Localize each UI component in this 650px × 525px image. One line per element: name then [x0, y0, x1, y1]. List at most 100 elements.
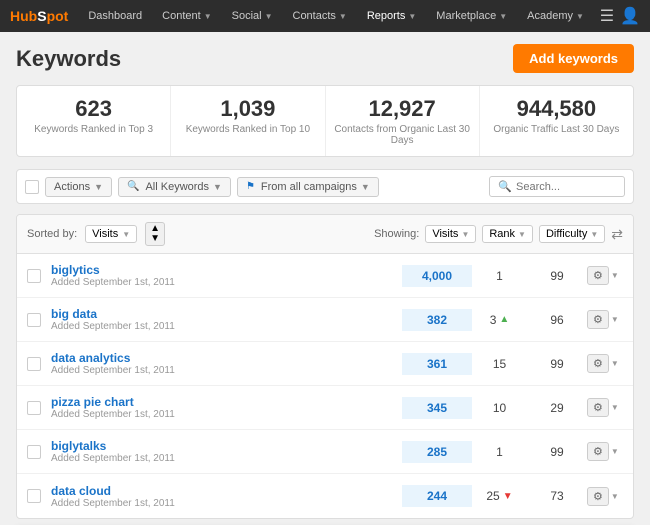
gear-icon-3[interactable]: ⚙ — [587, 398, 609, 417]
rank-cell-0: 1 — [472, 269, 527, 283]
gear-icon-4[interactable]: ⚙ — [587, 442, 609, 461]
chevron-down-icon: ▼ — [122, 230, 130, 239]
stat-organic-traffic: 944,580 Organic Traffic Last 30 Days — [480, 86, 633, 156]
navbar-right: ☰ 👤 — [600, 6, 640, 26]
visits-cell-2: 361 — [402, 353, 472, 375]
keyword-date-4: Added September 1st, 2011 — [51, 453, 402, 464]
keyword-link-3[interactable]: pizza pie chart — [51, 395, 402, 409]
table-row: data analytics Added September 1st, 2011… — [17, 342, 633, 386]
chevron-down-icon: ▼ — [213, 182, 222, 192]
difficulty-cell-4: 99 — [527, 445, 587, 459]
gear-icon-5[interactable]: ⚙ — [587, 487, 609, 506]
rank-cell-3: 10 — [472, 401, 527, 415]
chevron-down-icon: ▼ — [518, 230, 526, 239]
stat-number-top10: 1,039 — [179, 96, 316, 122]
chevron-down-icon: ▼ — [461, 230, 469, 239]
stat-contacts-organic: 12,927 Contacts from Organic Last 30 Day… — [326, 86, 480, 156]
select-all-checkbox[interactable] — [25, 180, 39, 194]
gear-icon-0[interactable]: ⚙ — [587, 266, 609, 285]
stat-number-traffic: 944,580 — [488, 96, 625, 122]
gear-icon-2[interactable]: ⚙ — [587, 354, 609, 373]
visits-cell-0: 4,000 — [402, 265, 472, 287]
showing-difficulty-dropdown[interactable]: Difficulty ▼ — [539, 225, 605, 243]
row-actions-0: ⚙ ▼ — [587, 266, 623, 285]
stat-label-top10: Keywords Ranked in Top 10 — [179, 124, 316, 135]
table-row: data cloud Added September 1st, 2011 244… — [17, 474, 633, 518]
nav-item-reports[interactable]: Reports ▼ — [359, 0, 424, 32]
rank-cell-1: 3 ▲ — [472, 313, 527, 327]
settings-icon[interactable]: ⇄ — [611, 226, 623, 243]
difficulty-cell-1: 96 — [527, 313, 587, 327]
add-keywords-button[interactable]: Add keywords — [513, 44, 634, 73]
keyword-date-5: Added September 1st, 2011 — [51, 498, 402, 509]
nav-item-content[interactable]: Content ▼ — [154, 0, 219, 32]
search-icon: 🔍 — [127, 181, 139, 192]
nav-item-social[interactable]: Social ▼ — [224, 0, 281, 32]
sort-visits-dropdown[interactable]: Visits ▼ — [85, 225, 137, 243]
keywords-table: Sorted by: Visits ▼ ▲ ▼ Showing: Visits … — [16, 214, 634, 519]
keyword-link-1[interactable]: big data — [51, 307, 402, 321]
row-actions-4: ⚙ ▼ — [587, 442, 623, 461]
keyword-link-2[interactable]: data analytics — [51, 351, 402, 365]
keyword-info-0: biglytics Added September 1st, 2011 — [51, 263, 402, 288]
table-sort-header: Sorted by: Visits ▼ ▲ ▼ Showing: Visits … — [17, 215, 633, 254]
chevron-down-icon-0[interactable]: ▼ — [611, 271, 619, 280]
keyword-info-2: data analytics Added September 1st, 2011 — [51, 351, 402, 376]
search-input[interactable] — [516, 181, 616, 193]
nav-item-marketplace[interactable]: Marketplace ▼ — [428, 0, 515, 32]
sort-order-arrows[interactable]: ▲ ▼ — [145, 222, 165, 246]
chevron-down-icon-2[interactable]: ▼ — [611, 359, 619, 368]
difficulty-cell-5: 73 — [527, 489, 587, 503]
actions-dropdown[interactable]: Actions ▼ — [45, 177, 112, 197]
keyword-date-2: Added September 1st, 2011 — [51, 365, 402, 376]
chevron-down-icon: ▼ — [94, 182, 103, 192]
main-content: Keywords Add keywords 623 Keywords Ranke… — [0, 32, 650, 525]
all-keywords-dropdown[interactable]: 🔍 All Keywords ▼ — [118, 177, 231, 197]
menu-icon[interactable]: ☰ — [600, 6, 614, 26]
row-actions-5: ⚙ ▼ — [587, 487, 623, 506]
campaigns-dropdown[interactable]: ⚑ From all campaigns ▼ — [237, 177, 379, 197]
chevron-down-icon-1[interactable]: ▼ — [611, 315, 619, 324]
row-checkbox-5[interactable] — [27, 489, 41, 503]
keyword-date-0: Added September 1st, 2011 — [51, 277, 402, 288]
nav-item-contacts[interactable]: Contacts ▼ — [285, 0, 355, 32]
gear-icon-1[interactable]: ⚙ — [587, 310, 609, 329]
keyword-date-3: Added September 1st, 2011 — [51, 409, 402, 420]
chevron-down-icon: ▼ — [361, 182, 370, 192]
filter-bar: Actions ▼ 🔍 All Keywords ▼ ⚑ From all ca… — [16, 169, 634, 204]
chevron-down-icon: ▼ — [408, 12, 416, 21]
user-icon[interactable]: 👤 — [620, 6, 640, 26]
chevron-down-icon-4[interactable]: ▼ — [611, 447, 619, 456]
row-checkbox-3[interactable] — [27, 401, 41, 415]
search-box[interactable]: 🔍 — [489, 176, 625, 197]
difficulty-cell-0: 99 — [527, 269, 587, 283]
row-checkbox-0[interactable] — [27, 269, 41, 283]
hubspot-logo[interactable]: HubSpot — [10, 8, 68, 24]
keyword-info-5: data cloud Added September 1st, 2011 — [51, 484, 402, 509]
stat-keywords-top3: 623 Keywords Ranked in Top 3 — [17, 86, 171, 156]
showing-visits-dropdown[interactable]: Visits ▼ — [425, 225, 476, 243]
row-actions-3: ⚙ ▼ — [587, 398, 623, 417]
nav-item-academy[interactable]: Academy ▼ — [519, 0, 592, 32]
rank-cell-2: 15 — [472, 357, 527, 371]
visits-cell-4: 285 — [402, 441, 472, 463]
stat-number-top3: 623 — [25, 96, 162, 122]
chevron-down-icon-5[interactable]: ▼ — [611, 492, 619, 501]
showing-section: Showing: Visits ▼ Rank ▼ Difficulty ▼ ⇄ — [374, 225, 623, 243]
trend-up-icon-1: ▲ — [499, 314, 509, 325]
keyword-info-1: big data Added September 1st, 2011 — [51, 307, 402, 332]
flag-icon: ⚑ — [246, 181, 255, 192]
chevron-down-icon: ▼ — [339, 12, 347, 21]
row-checkbox-1[interactable] — [27, 313, 41, 327]
row-checkbox-4[interactable] — [27, 445, 41, 459]
keyword-link-4[interactable]: biglytalks — [51, 439, 402, 453]
row-checkbox-2[interactable] — [27, 357, 41, 371]
rank-cell-4: 1 — [472, 445, 527, 459]
chevron-down-icon: ▼ — [499, 12, 507, 21]
chevron-down-icon-3[interactable]: ▼ — [611, 403, 619, 412]
keyword-link-0[interactable]: biglytics — [51, 263, 402, 277]
showing-rank-dropdown[interactable]: Rank ▼ — [482, 225, 533, 243]
keyword-link-5[interactable]: data cloud — [51, 484, 402, 498]
chevron-down-icon: ▼ — [590, 230, 598, 239]
nav-item-dashboard[interactable]: Dashboard — [80, 0, 150, 32]
